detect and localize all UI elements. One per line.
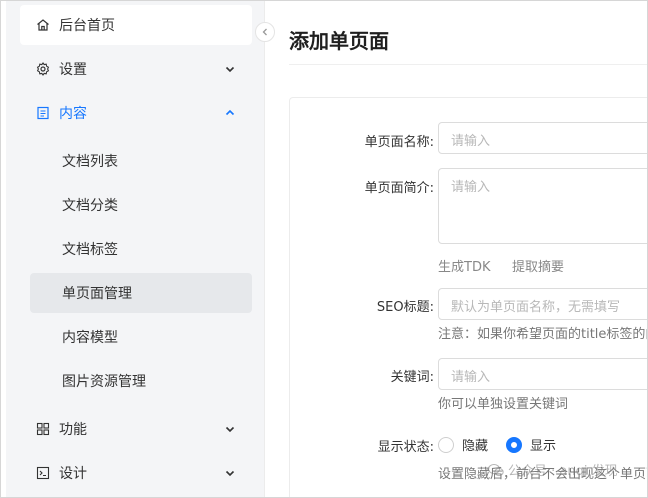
grid-icon bbox=[35, 421, 51, 437]
chevron-left-icon bbox=[262, 28, 267, 36]
gear-icon bbox=[35, 61, 51, 77]
watermark-text: 公众号 · anqi 发现 bbox=[508, 464, 618, 479]
page-title: 添加单页面 bbox=[289, 29, 389, 53]
sidebar-item-design[interactable]: 设计 bbox=[20, 453, 252, 493]
generate-tdk-link[interactable]: 生成TDK bbox=[438, 256, 490, 275]
sidebar-item-home[interactable]: 后台首页 bbox=[20, 5, 252, 45]
keywords-help: 你可以单独设置关键词 bbox=[438, 397, 569, 412]
sidebar-subitem-doc-list[interactable]: 文档列表 bbox=[30, 141, 252, 181]
page-desc-textarea[interactable]: 请输入 bbox=[438, 168, 647, 244]
keywords-label: 关键词: bbox=[390, 370, 434, 385]
placeholder: 请输入 bbox=[451, 180, 491, 195]
radio-checked-icon bbox=[506, 436, 522, 453]
sidebar-subitem-page-manage[interactable]: 单页面管理 bbox=[30, 273, 252, 313]
placeholder: 默认为单页面名称，无需填写 bbox=[451, 300, 621, 315]
page-name-label: 单页面名称: bbox=[364, 135, 434, 150]
status-show-radio[interactable]: 显示 bbox=[506, 435, 556, 454]
wechat-icon bbox=[488, 463, 504, 476]
form-card: 单页面名称: 请输入 单页面简介: 请输入 生成TDK 提取摘要 SEO标题: … bbox=[289, 97, 648, 497]
terminal-icon bbox=[35, 465, 51, 481]
chevron-up-icon bbox=[222, 105, 238, 121]
extract-summary-link[interactable]: 提取摘要 bbox=[512, 256, 564, 275]
sidebar-item-content[interactable]: 内容 bbox=[20, 93, 252, 133]
sidebar-subitem-image-resources[interactable]: 图片资源管理 bbox=[30, 361, 252, 401]
placeholder: 请输入 bbox=[451, 134, 491, 149]
chevron-down-icon bbox=[222, 465, 238, 481]
sidebar-subitem-content-model[interactable]: 内容模型 bbox=[30, 317, 252, 357]
sidebar-item-label: 设计 bbox=[59, 466, 87, 482]
main-content: 添加单页面 单页面名称: 请输入 单页面简介: 请输入 生成TDK 提取摘要 S… bbox=[264, 1, 648, 497]
sidebar-item-settings[interactable]: 设置 bbox=[20, 49, 252, 89]
placeholder: 请输入 bbox=[451, 370, 491, 385]
document-icon bbox=[35, 105, 51, 121]
chevron-down-icon bbox=[222, 61, 238, 77]
page-desc-label: 单页面简介: bbox=[364, 181, 434, 196]
sidebar-collapse-button[interactable] bbox=[255, 22, 275, 42]
sidebar-item-label: 功能 bbox=[59, 422, 87, 438]
sidebar-item-label: 后台首页 bbox=[59, 18, 115, 34]
sidebar: 后台首页 设置 内容 文档列表 文档分类 文档标签 单页面管理 内容模型 图片资… bbox=[6, 1, 264, 497]
radio-label: 隐藏 bbox=[462, 439, 489, 454]
watermark: 公众号 · anqi 发现 bbox=[488, 460, 618, 479]
seo-title-label: SEO标题: bbox=[376, 300, 434, 315]
radio-circle-icon bbox=[438, 436, 454, 453]
sidebar-item-label: 设置 bbox=[59, 62, 87, 78]
sidebar-subitem-doc-tags[interactable]: 文档标签 bbox=[30, 229, 252, 269]
seo-title-help: 注意：如果你希望页面的title标签的内 bbox=[438, 327, 648, 342]
app-window: 后台首页 设置 内容 文档列表 文档分类 文档标签 单页面管理 内容模型 图片资… bbox=[0, 0, 648, 498]
radio-label: 显示 bbox=[530, 439, 557, 454]
keywords-input[interactable]: 请输入 bbox=[438, 358, 647, 390]
status-label: 显示状态: bbox=[377, 440, 434, 455]
sidebar-item-label: 内容 bbox=[59, 106, 87, 122]
divider bbox=[289, 64, 647, 65]
sidebar-subitem-doc-category[interactable]: 文档分类 bbox=[30, 185, 252, 225]
sidebar-item-features[interactable]: 功能 bbox=[20, 409, 252, 449]
chevron-down-icon bbox=[222, 421, 238, 437]
home-icon bbox=[35, 17, 51, 33]
page-name-input[interactable]: 请输入 bbox=[438, 122, 647, 154]
seo-title-input[interactable]: 默认为单页面名称，无需填写 bbox=[438, 288, 647, 320]
status-hide-radio[interactable]: 隐藏 bbox=[438, 435, 488, 454]
